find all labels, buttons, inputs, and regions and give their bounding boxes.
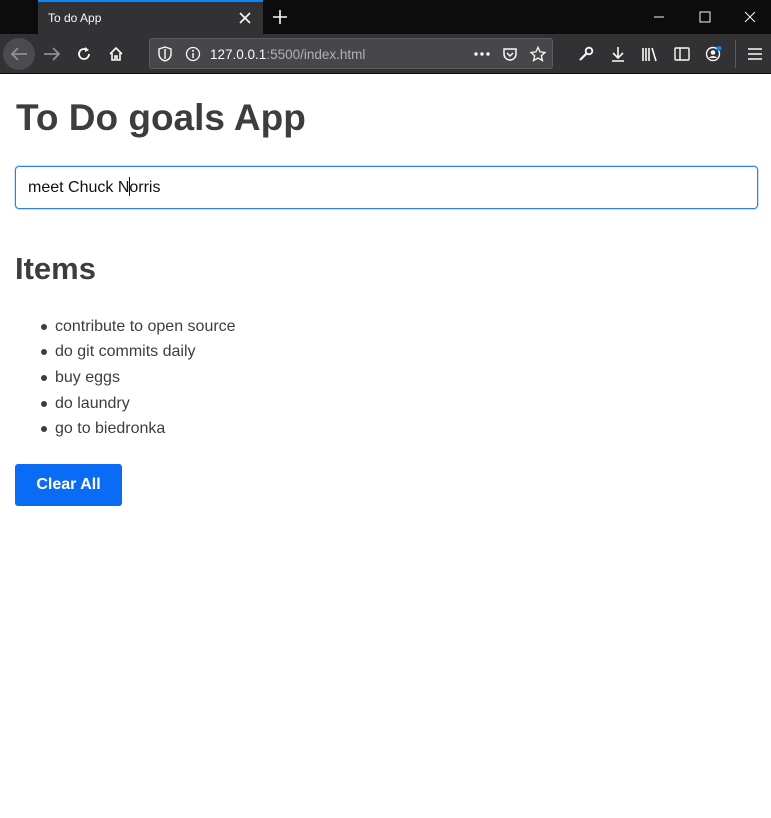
list-item-text: contribute to open source [55, 317, 236, 335]
menu-icon[interactable] [743, 42, 767, 66]
list-item: contribute to open source [41, 314, 236, 340]
toolbar-separator [735, 40, 736, 68]
text-caret [129, 177, 130, 196]
reload-icon[interactable] [68, 38, 100, 70]
tab-title: To do App [48, 11, 102, 25]
list-item-text: buy eggs [55, 368, 120, 386]
forward-arrow-icon[interactable] [36, 38, 68, 70]
more-icon[interactable] [474, 46, 490, 62]
todo-input-value: meet Chuck Norris [28, 179, 161, 196]
sidebar-icon[interactable] [670, 42, 694, 66]
bullet-icon [41, 374, 47, 381]
tab-strip: To do App [0, 0, 771, 34]
items-heading: Items [15, 251, 96, 286]
pocket-icon[interactable] [502, 46, 518, 62]
close-icon[interactable] [233, 6, 257, 30]
shield-icon[interactable] [157, 46, 173, 62]
minimize-icon[interactable] [636, 0, 682, 34]
bullet-icon [41, 323, 47, 330]
list-item-text: do git commits daily [55, 343, 196, 361]
todo-list: contribute to open source do git commits… [41, 314, 236, 442]
url-path: :5500/index.html [266, 47, 366, 62]
nav-toolbar: 127.0.0.1:5500/index.html [0, 34, 771, 74]
list-item: go to biedronka [41, 416, 236, 442]
download-icon[interactable] [606, 42, 630, 66]
library-icon[interactable] [638, 42, 662, 66]
star-icon[interactable] [530, 46, 546, 62]
page-title: To Do goals App [16, 97, 306, 138]
info-icon[interactable] [185, 46, 201, 62]
back-arrow-icon[interactable] [3, 38, 35, 70]
bullet-icon [41, 349, 47, 356]
plus-icon[interactable] [266, 3, 294, 31]
list-item: do git commits daily [41, 340, 236, 366]
tab-active[interactable]: To do App [38, 0, 263, 34]
page-content: To Do goals App meet Chuck Norris Items … [0, 75, 771, 818]
url-bar[interactable]: 127.0.0.1:5500/index.html [149, 38, 553, 69]
list-item: buy eggs [41, 365, 236, 391]
home-icon[interactable] [100, 38, 132, 70]
url-host: 127.0.0.1 [210, 47, 267, 62]
account-icon[interactable] [702, 42, 726, 66]
list-item-text: go to biedronka [55, 420, 166, 438]
bullet-icon [41, 426, 47, 433]
list-item: do laundry [41, 391, 236, 417]
list-item-text: do laundry [55, 394, 130, 412]
bullet-icon [41, 400, 47, 407]
window-close-icon[interactable] [727, 0, 771, 34]
url-text: 127.0.0.1:5500/index.html [210, 47, 365, 62]
maximize-icon[interactable] [682, 0, 728, 34]
wrench-icon[interactable] [574, 42, 598, 66]
clear-all-button[interactable]: Clear All [15, 464, 122, 506]
